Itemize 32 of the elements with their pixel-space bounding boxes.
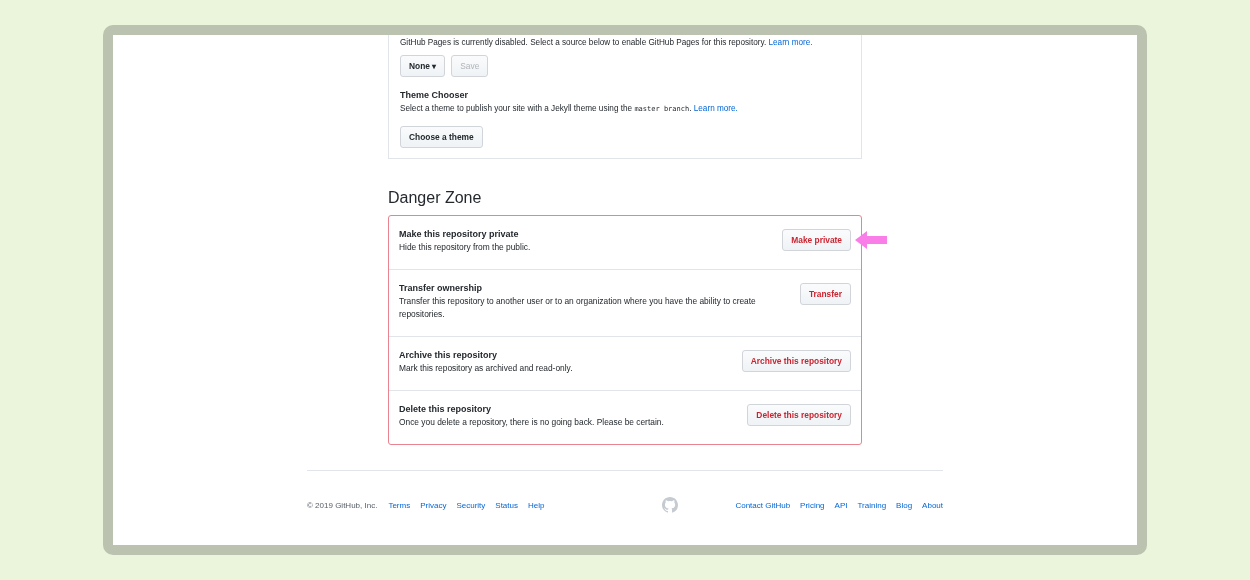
danger-button[interactable]: Delete this repository: [747, 404, 851, 426]
danger-button[interactable]: Archive this repository: [741, 350, 851, 372]
choose-theme-button[interactable]: Choose a theme: [400, 126, 483, 148]
octocat-logo-icon[interactable]: [661, 497, 678, 513]
setting-description: Once you delete a repository, there is no going back. Please be certain.: [399, 416, 664, 429]
footer-link[interactable]: Training: [857, 500, 887, 510]
footer-link[interactable]: Help: [528, 500, 545, 510]
setting-title: Transfer ownership: [399, 282, 484, 295]
footer-link[interactable]: Status: [495, 500, 518, 510]
setting-title: Make this repository private: [399, 228, 520, 241]
danger-button[interactable]: Make private: [782, 229, 851, 251]
copyright-text: © 2019 GitHub, Inc.: [307, 500, 378, 510]
footer-link[interactable]: Terms: [388, 500, 411, 510]
footer-link[interactable]: Privacy: [420, 500, 447, 510]
footer-link[interactable]: Blog: [896, 500, 913, 510]
source-dropdown[interactable]: None ▾: [400, 55, 446, 77]
pages-status-text: GitHub Pages is currently disabled. Select a source below to enable GitHub Pages for this repository. Learn more.: [400, 37, 814, 49]
danger-button[interactable]: Transfer: [799, 283, 851, 305]
setting-title: Archive this repository: [399, 349, 499, 362]
footer-link[interactable]: Pricing: [800, 500, 825, 510]
learn-more-link[interactable]: Learn more.: [768, 38, 813, 47]
setting-title: Delete this repository: [399, 403, 493, 416]
footer-link[interactable]: Security: [456, 500, 486, 510]
setting-description: Hide this repository from the public.: [399, 241, 531, 254]
footer-link[interactable]: Contact GitHub: [735, 500, 791, 510]
theme-chooser-title: Theme Chooser: [400, 89, 469, 102]
setting-description: Transfer this repository to another user or to an organization where you have the ability to create repositories.: [399, 295, 757, 321]
setting-description: Mark this repository as archived and read-only.: [399, 362, 573, 375]
learn-more-link[interactable]: Learn more.: [693, 104, 738, 113]
footer-link[interactable]: API: [834, 500, 848, 510]
footer-link[interactable]: About: [922, 500, 943, 510]
danger-zone-heading: Danger Zone: [388, 188, 483, 208]
